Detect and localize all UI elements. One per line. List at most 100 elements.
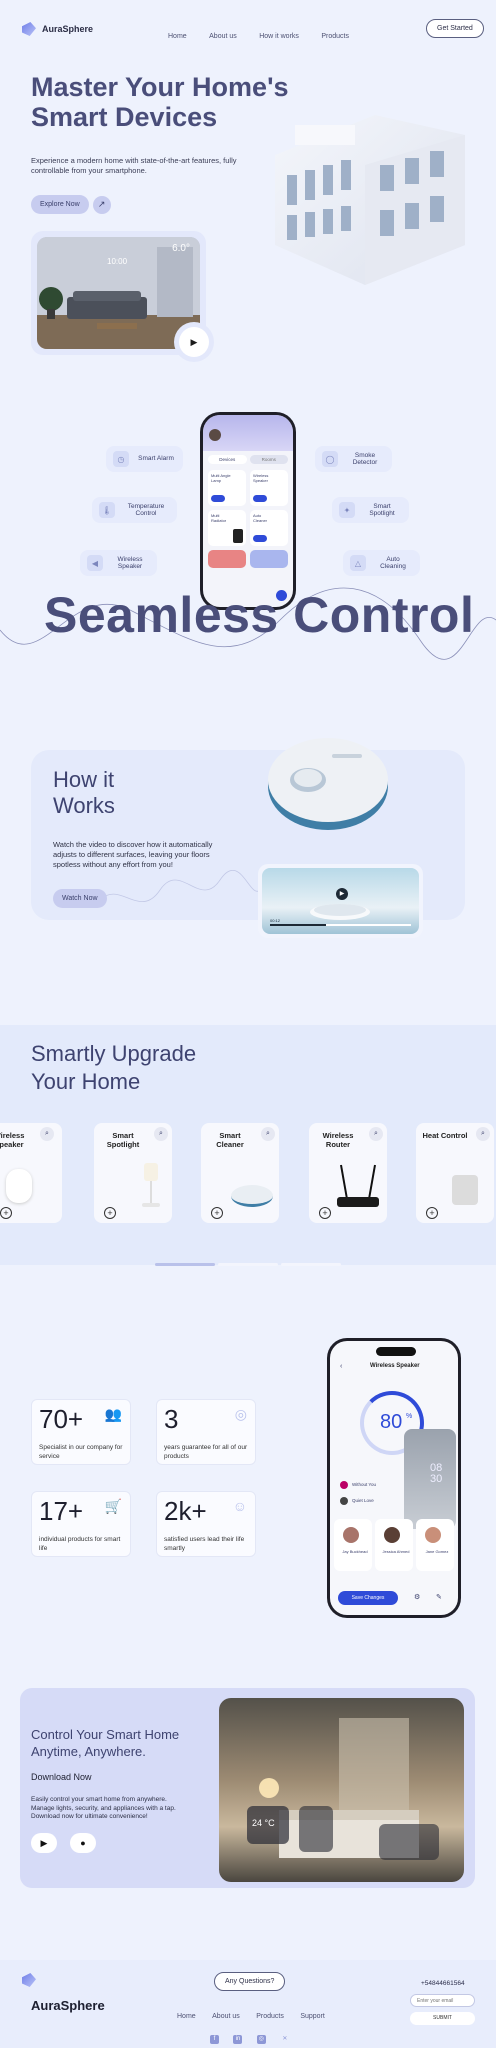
how-it-works-text: Watch the video to discover how it autom… <box>53 840 213 869</box>
thermometer-icon: 🌡 <box>99 502 115 518</box>
contact-card[interactable]: Jane Gomez <box>416 1519 454 1571</box>
carousel-indicator[interactable] <box>218 1263 278 1266</box>
toggle-switch[interactable] <box>211 495 225 502</box>
feature-wireless-speaker[interactable]: ◀ Wireless Speaker <box>80 550 157 576</box>
play-icon[interactable]: ▶ <box>336 888 348 900</box>
volume-value: 80 <box>380 1411 403 1433</box>
watch-now-button[interactable]: Watch Now <box>53 889 107 908</box>
settings-icon[interactable]: ⚙ <box>414 1593 420 1601</box>
carousel-indicator-active[interactable] <box>155 1263 215 1266</box>
footer-phone: +54844661564 <box>421 1980 465 1987</box>
radiator-image <box>233 529 243 543</box>
user-avatar <box>209 429 221 441</box>
phone-screen: Devices Rooms Multi Angle Lamp Wireless … <box>203 415 293 607</box>
how-it-works-title: How it Works <box>53 767 115 818</box>
cleaner-image <box>231 1185 273 1207</box>
save-changes-button[interactable]: Save Changes <box>338 1591 398 1605</box>
footer-link-products[interactable]: Products <box>256 2013 284 2020</box>
footer-brand-name[interactable]: AuraSphere <box>31 1998 105 2013</box>
nav-home[interactable]: Home <box>168 33 187 40</box>
search-icon[interactable]: ⌕ <box>369 1127 383 1141</box>
search-icon[interactable]: ⌕ <box>261 1127 275 1141</box>
product-card-smart-spotlight[interactable]: Smart Spotlight ⌕ + <box>94 1123 172 1223</box>
product-card-wireless-speaker[interactable]: Wireless Speaker ⌕ + <box>0 1123 62 1223</box>
tab-devices[interactable]: Devices <box>208 455 247 464</box>
any-questions-button[interactable]: Any Questions? <box>214 1972 286 1991</box>
back-icon[interactable]: ‹ <box>340 1363 342 1370</box>
feature-smoke-detector[interactable]: ◯ Smoke Detector <box>315 446 392 472</box>
video-card: ▶ 00:12 <box>258 864 423 938</box>
target-icon: ◎ <box>234 1406 247 1422</box>
toggle-switch[interactable] <box>253 535 267 542</box>
footer-link-about[interactable]: About us <box>212 2013 240 2020</box>
temperature-widget[interactable]: 24 °C <box>247 1806 289 1844</box>
product-card-smart-cleaner[interactable]: Smart Cleaner ⌕ + <box>201 1123 279 1223</box>
google-play-icon[interactable]: ▶ <box>31 1833 57 1853</box>
add-icon[interactable]: + <box>104 1207 116 1219</box>
edit-icon[interactable]: ✎ <box>436 1593 442 1601</box>
device-card[interactable]: Multi Angle Lamp <box>208 470 246 506</box>
stat-card: 17+ 🛒 individual products for smart life <box>31 1491 131 1557</box>
lamp-image <box>144 1163 158 1181</box>
toggle-switch[interactable] <box>253 495 267 502</box>
bulb-icon: ✦ <box>339 502 355 518</box>
add-icon[interactable]: + <box>211 1207 223 1219</box>
x-icon[interactable]: ✕ <box>280 2035 289 2044</box>
main-nav: Home About us How it works Products <box>168 25 367 43</box>
video-progress[interactable] <box>270 924 411 926</box>
feature-temperature-control[interactable]: 🌡 Temperature Control <box>92 497 177 523</box>
smoke-detector-icon: ◯ <box>322 451 338 467</box>
tab-rooms[interactable]: Rooms <box>249 455 288 464</box>
nav-how[interactable]: How it works <box>259 33 299 40</box>
video-player[interactable]: ▶ 00:12 <box>262 868 419 934</box>
download-title: Control Your Smart Home Anytime, Anywher… <box>31 1727 180 1759</box>
instagram-icon[interactable]: ◎ <box>256 2035 266 2044</box>
search-icon[interactable]: ⌕ <box>154 1127 168 1141</box>
nav-products[interactable]: Products <box>321 33 349 40</box>
brand-logo[interactable]: AuraSphere <box>22 22 93 36</box>
router-image <box>337 1164 379 1207</box>
logo-icon <box>22 22 36 36</box>
footer-link-support[interactable]: Support <box>300 2013 325 2020</box>
contact-card[interactable]: Jay Buckhead <box>334 1519 372 1571</box>
email-input[interactable] <box>410 1994 475 2007</box>
device-card[interactable]: Wireless Speaker <box>250 470 288 506</box>
play-icon: ▶ <box>190 336 198 347</box>
device-card[interactable]: Multi Radiator <box>208 510 246 546</box>
upgrade-title: Smartly Upgrade Your Home <box>31 1041 197 1094</box>
room-temperature: 6.0° <box>172 243 190 254</box>
device-card[interactable] <box>208 550 246 568</box>
play-button[interactable]: ▶ <box>179 327 209 357</box>
product-card-heat-control[interactable]: Heat Control ⌕ + <box>416 1123 494 1223</box>
feature-smart-spotlight[interactable]: ✦ Smart Spotlight <box>332 497 409 523</box>
product-card-wireless-router[interactable]: Wireless Router ⌕ + <box>309 1123 387 1223</box>
stat-card: 3 ◎ years guarantee for all of our produ… <box>156 1399 256 1465</box>
apple-store-icon[interactable]: ● <box>70 1833 96 1853</box>
download-text: Easily control your smart home from anyw… <box>31 1796 176 1820</box>
hero-title: Master Your Home's Smart Devices <box>31 72 331 132</box>
phone-mockup: Devices Rooms Multi Angle Lamp Wireless … <box>200 412 296 610</box>
carousel-indicator[interactable] <box>281 1263 341 1266</box>
feature-auto-cleaning[interactable]: △ Auto Cleaning <box>343 550 420 576</box>
search-icon[interactable]: ⌕ <box>40 1127 54 1141</box>
control-widget[interactable] <box>299 1806 333 1852</box>
device-card[interactable] <box>250 550 288 568</box>
linkedin-icon[interactable]: in <box>233 2035 243 2044</box>
submit-button[interactable]: SUBMIT <box>410 2012 475 2025</box>
add-icon[interactable]: + <box>0 1207 12 1219</box>
device-card[interactable]: Auto Cleaner <box>250 510 288 546</box>
nav-about[interactable]: About us <box>209 33 237 40</box>
add-icon[interactable]: + <box>319 1207 331 1219</box>
footer-link-home[interactable]: Home <box>177 2013 196 2020</box>
search-icon[interactable]: ⌕ <box>476 1127 490 1141</box>
feature-smart-alarm[interactable]: ◷ Smart Alarm <box>106 446 183 472</box>
facebook-icon[interactable]: f <box>210 2035 219 2044</box>
users-icon: 👥 <box>104 1406 122 1422</box>
explore-now-button[interactable]: Explore Now <box>31 195 89 214</box>
get-started-button[interactable]: Get Started <box>426 19 484 38</box>
speaker-app-title: Wireless Speaker <box>370 1363 420 1369</box>
add-icon[interactable]: + <box>426 1207 438 1219</box>
arrow-icon[interactable]: ↗ <box>92 195 111 214</box>
contact-card[interactable]: Jessica Ahmed <box>375 1519 413 1571</box>
music-widget[interactable] <box>379 1824 439 1860</box>
